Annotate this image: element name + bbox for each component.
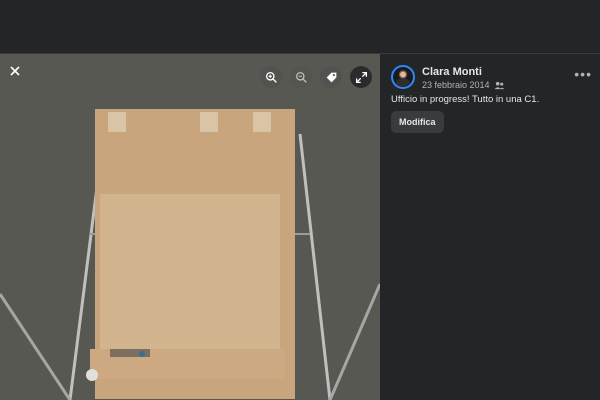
edit-button[interactable]: Modifica xyxy=(391,111,444,133)
tag-button[interactable] xyxy=(320,66,342,88)
photo-image xyxy=(0,54,380,400)
zoom-in-icon xyxy=(265,71,277,83)
close-button[interactable] xyxy=(4,60,26,82)
zoom-in-button[interactable] xyxy=(260,66,282,88)
more-options-icon[interactable]: ••• xyxy=(574,66,592,82)
fullscreen-icon xyxy=(355,71,367,83)
top-bar xyxy=(0,0,600,54)
tag-icon xyxy=(326,72,336,82)
zoom-out-icon xyxy=(295,71,307,83)
post-caption: Ufficio in progress! Tutto in una C1. xyxy=(391,94,540,105)
author-name[interactable]: Clara Monti xyxy=(422,66,482,78)
avatar[interactable] xyxy=(391,65,415,89)
post-sidebar: Clara Monti 23 febbraio 2014 ••• Ufficio… xyxy=(380,54,600,400)
post-meta: 23 febbraio 2014 xyxy=(422,80,505,90)
close-icon xyxy=(10,66,20,76)
fullscreen-button[interactable] xyxy=(350,66,372,88)
photo-viewer[interactable] xyxy=(0,54,380,400)
friends-audience-icon[interactable] xyxy=(494,81,505,90)
zoom-out-button[interactable] xyxy=(290,66,312,88)
post-date[interactable]: 23 febbraio 2014 xyxy=(422,80,490,90)
